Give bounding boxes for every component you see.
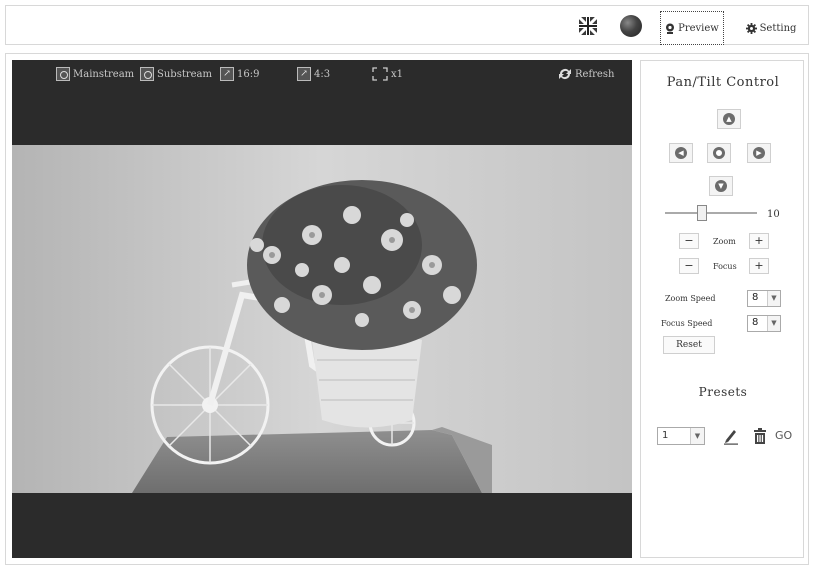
ratio-16-9-label: 16:9 [237,68,260,80]
refresh-button[interactable]: Refresh [558,66,614,82]
reset-button[interactable]: Reset [663,336,715,354]
substream-label: Substream [157,68,212,80]
refresh-label: Refresh [575,68,615,80]
focus-far-button[interactable]: + [749,258,769,274]
focus-speed-label: Focus Speed [661,319,713,328]
presets-title: Presets [698,385,748,399]
expand-icon: ↗ [220,67,234,81]
mainstream-label: Mainstream [73,68,135,80]
theme-ball-icon[interactable] [620,15,642,37]
dropdown-arrow-icon: ▼ [690,428,704,444]
focus-speed-select[interactable]: 8 ▼ [747,315,781,332]
dropdown-arrow-icon: ▼ [767,316,780,331]
home-circle-icon [713,147,725,159]
speed-slider-thumb[interactable] [697,205,707,221]
fullscreen-icon [372,67,388,81]
video-toolbar: Mainstream Substream ↗ 16:9 ↗ 4:3 x1 Ref… [12,60,632,88]
speed-slider-track[interactable] [665,212,757,214]
ptz-title: Pan/Tilt Control [666,75,780,90]
tilt-down-button[interactable]: ▼ [709,176,733,196]
ratio-16-9-button[interactable]: ↗ 16:9 [220,66,259,82]
delete-preset-trash-icon[interactable] [753,427,767,445]
zoom-speed-label: Zoom Speed [665,294,716,303]
pan-right-button[interactable]: ▶ [747,143,771,163]
camera-icon [666,23,675,34]
substream-button[interactable]: Substream [140,66,212,82]
preset-value: 1 [662,430,669,441]
video-player[interactable]: Mainstream Substream ↗ 16:9 ↗ 4:3 x1 Ref… [12,60,632,558]
setting-label: Setting [759,22,797,34]
go-preset-button[interactable]: GO [775,429,792,442]
camera-feed-image [12,145,632,493]
zoom-in-button[interactable]: + [749,233,769,249]
ratio-4-3-button[interactable]: ↗ 4:3 [297,66,330,82]
zoom-speed-select[interactable]: 8 ▼ [747,290,781,307]
ratio-4-3-label: 4:3 [314,68,331,80]
preset-select[interactable]: 1 ▼ [657,427,705,445]
refresh-icon [559,69,571,79]
home-button[interactable] [707,143,731,163]
zoom-x1-label: x1 [391,68,404,80]
mainstream-button[interactable]: Mainstream [56,66,134,82]
edit-preset-pencil-icon[interactable] [723,427,739,445]
chevron-down-icon: ▼ [715,180,727,192]
stream-icon [140,67,154,81]
preview-label: Preview [678,22,719,34]
stream-icon [56,67,70,81]
chevron-right-icon: ▶ [753,147,765,159]
setting-tab[interactable]: Setting [736,11,806,45]
focus-label: Focus [713,262,737,271]
chevron-up-icon: ▲ [723,113,735,125]
tilt-up-button[interactable]: ▲ [717,109,741,129]
zoom-speed-value: 8 [752,292,759,303]
focus-speed-value: 8 [752,317,759,328]
speed-value: 10 [767,209,780,220]
expand-icon: ↗ [297,67,311,81]
zoom-x1-button[interactable]: x1 [372,66,403,82]
pan-left-button[interactable]: ◀ [669,143,693,163]
uk-flag-icon[interactable] [579,17,597,35]
preview-tab[interactable]: Preview [660,11,724,45]
focus-near-button[interactable]: − [679,258,699,274]
chevron-left-icon: ◀ [675,147,687,159]
zoom-out-button[interactable]: − [679,233,699,249]
gear-icon [745,22,757,34]
dropdown-arrow-icon: ▼ [767,291,780,306]
top-bar: Preview Setting [5,5,809,45]
zoom-label: Zoom [713,237,736,246]
ptz-panel: Pan/Tilt Control ▲ ◀ ▶ ▼ 10 − Zoom + − F… [640,60,804,558]
